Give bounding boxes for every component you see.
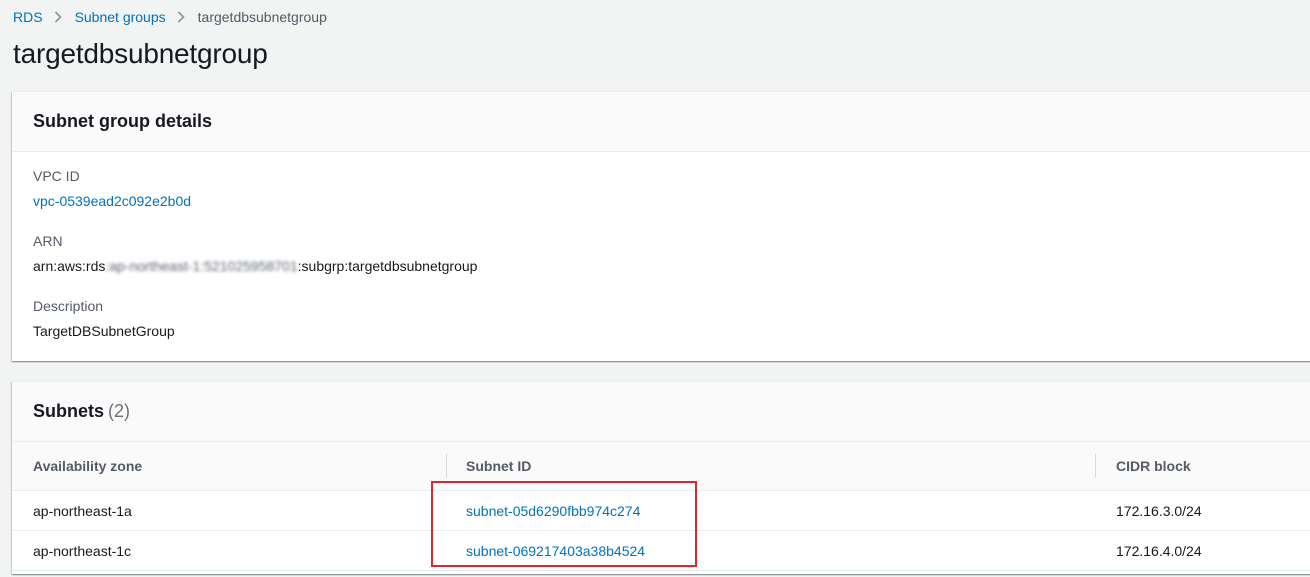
panel-header: Subnet group details: [12, 92, 1310, 152]
panel-title: Subnets (2): [33, 401, 130, 422]
subnets-table: Availability zone Subnet ID CIDR block a…: [12, 442, 1310, 571]
column-header-availability-zone[interactable]: Availability zone: [12, 442, 446, 491]
vpc-id-label: VPC ID: [33, 168, 80, 184]
table-row: ap-northeast-1a subnet-05d6290fbb974c274…: [12, 490, 1310, 531]
vpc-id-field: VPC ID vpc-0539ead2c092e2b0d: [33, 168, 191, 209]
description-label: Description: [33, 298, 104, 314]
breadcrumb-rds[interactable]: RDS: [13, 9, 43, 25]
cell-cidr-block: 172.16.3.0/24: [1095, 490, 1310, 531]
cell-availability-zone: ap-northeast-1c: [12, 530, 446, 571]
table-header-row: Availability zone Subnet ID CIDR block: [12, 442, 1310, 491]
breadcrumb-subnet-groups[interactable]: Subnet groups: [75, 9, 166, 25]
breadcrumb-current: targetdbsubnetgroup: [197, 9, 327, 25]
subnets-count: (2): [108, 401, 131, 421]
arn-prefix: arn:aws:rds: [33, 258, 106, 274]
description-value: TargetDBSubnetGroup: [33, 323, 175, 339]
chevron-right-icon: [177, 11, 185, 23]
subnet-id-link[interactable]: subnet-05d6290fbb974c274: [446, 490, 1095, 531]
column-divider: [1095, 454, 1096, 478]
arn-field: ARN arn:aws:rds:ap-northeast-1:521025958…: [33, 233, 477, 274]
subnets-title: Subnets: [33, 401, 105, 421]
breadcrumb: RDS Subnet groups targetdbsubnetgroup: [13, 8, 327, 26]
arn-value: arn:aws:rds:ap-northeast-1:521025958701:…: [33, 258, 477, 274]
column-header-label: CIDR block: [1116, 458, 1191, 474]
subnet-id-link[interactable]: subnet-069217403a38b4524: [446, 530, 1095, 571]
subnet-group-details-panel: Subnet group details VPC ID vpc-0539ead2…: [12, 91, 1310, 361]
panel-header: Subnets (2): [12, 382, 1310, 442]
page-title: targetdbsubnetgroup: [13, 38, 268, 69]
arn-redacted: :ap-northeast-1:521025958701: [105, 258, 298, 274]
cell-cidr-block: 172.16.4.0/24: [1095, 530, 1310, 571]
panel-title: Subnet group details: [33, 111, 213, 131]
chevron-right-icon: [54, 11, 62, 23]
column-header-label: Subnet ID: [466, 458, 532, 474]
column-header-cidr-block[interactable]: CIDR block: [1095, 442, 1310, 491]
arn-suffix: :subgrp:targetdbsubnetgroup: [297, 258, 478, 274]
vpc-id-link[interactable]: vpc-0539ead2c092e2b0d: [33, 193, 191, 209]
cell-availability-zone: ap-northeast-1a: [12, 490, 446, 531]
arn-label: ARN: [33, 233, 63, 249]
table-row: ap-northeast-1c subnet-069217403a38b4524…: [12, 530, 1310, 571]
description-field: Description TargetDBSubnetGroup: [33, 298, 175, 339]
column-header-subnet-id[interactable]: Subnet ID: [446, 442, 1095, 491]
column-divider: [446, 454, 447, 478]
subnets-panel: Subnets (2) Availability zone Subnet ID C…: [12, 381, 1310, 574]
